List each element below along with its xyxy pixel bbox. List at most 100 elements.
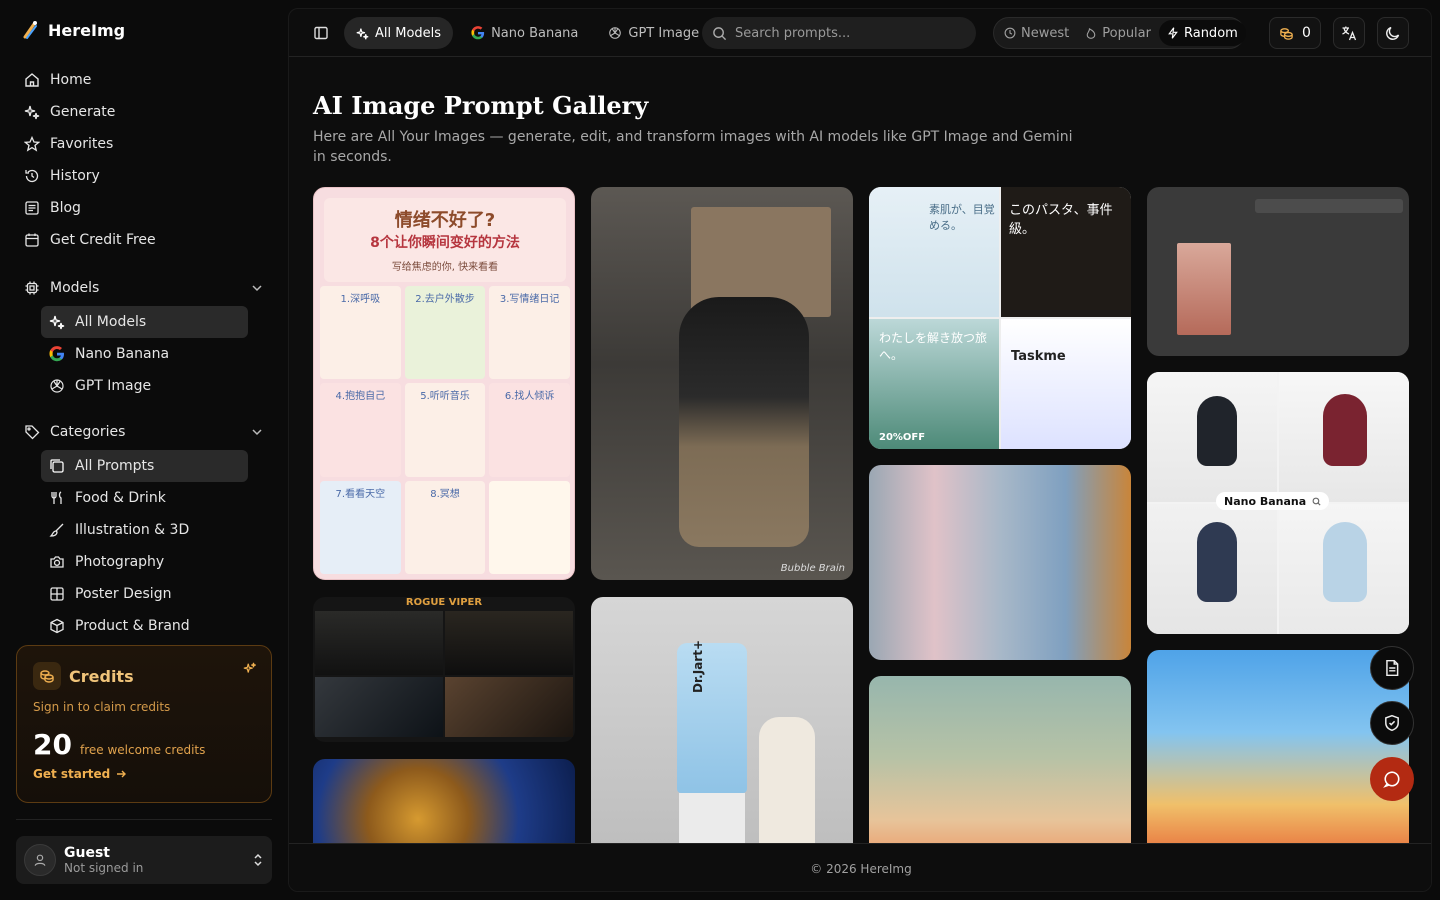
- shield-icon: [1385, 714, 1399, 732]
- clock-icon: [1004, 27, 1016, 39]
- card-figure-shape: [1197, 522, 1237, 602]
- search-input[interactable]: Search prompts...: [702, 17, 976, 49]
- docs-button[interactable]: [1370, 646, 1414, 690]
- translate-icon: [1342, 26, 1357, 41]
- nav-favorites-label: Favorites: [50, 136, 114, 152]
- nav-history-label: History: [50, 168, 100, 184]
- gallery-card[interactable]: 情绪不好了? 8个让你瞬间变好的方法 写给焦虑的你, 快来看看 1.深呼吸 2.…: [313, 187, 575, 580]
- tab-nano-banana-label: Nano Banana: [491, 25, 579, 41]
- sort-newest[interactable]: Newest: [996, 20, 1077, 46]
- nav-home[interactable]: Home: [16, 64, 272, 96]
- sort-popular-label: Popular: [1102, 25, 1151, 41]
- theme-toggle-button[interactable]: [1377, 17, 1409, 49]
- openai-icon: [609, 27, 622, 39]
- get-started-label: Get started: [33, 767, 111, 781]
- card-brand: Dr.Jart+: [691, 640, 705, 693]
- category-product-brand-label: Product & Brand: [75, 618, 190, 634]
- gallery-card[interactable]: [869, 465, 1131, 660]
- categories-group-toggle[interactable]: Categories: [16, 416, 272, 448]
- sort-random-label: Random: [1183, 25, 1238, 41]
- sort-popular[interactable]: Popular: [1077, 20, 1159, 46]
- gallery-card[interactable]: ROGUE VIPER: [313, 597, 575, 742]
- nav-blog-label: Blog: [50, 200, 81, 216]
- main-panel: All Models Nano Banana GPT Image Search …: [288, 8, 1432, 892]
- gallery-card[interactable]: [1147, 650, 1409, 856]
- user-status: Not signed in: [64, 861, 144, 875]
- card-title: ROGUE VIPER: [405, 597, 483, 608]
- nav-blog[interactable]: Blog: [16, 192, 272, 224]
- get-started-link[interactable]: Get started: [33, 767, 255, 781]
- nav-generate[interactable]: Generate: [16, 96, 272, 128]
- model-all-models-label: All Models: [75, 314, 147, 330]
- nav-history[interactable]: History: [16, 160, 272, 192]
- nav-get-credit-free[interactable]: Get Credit Free: [16, 224, 272, 256]
- card-product-shape: Dr.Jart+: [677, 640, 747, 793]
- tab-gpt-image-label: GPT Image: [628, 25, 700, 41]
- coins-icon: [33, 662, 61, 690]
- chat-button[interactable]: [1370, 757, 1414, 801]
- credits-balance: 0: [1302, 25, 1311, 41]
- privacy-button[interactable]: [1370, 701, 1414, 745]
- credits-balance-button[interactable]: 0: [1269, 17, 1321, 49]
- sparkles-icon: [49, 315, 65, 330]
- credits-signin-text: Sign in to claim credits: [33, 700, 171, 714]
- card-panel: 素肌が、目覚める。: [869, 187, 999, 317]
- gallery-card[interactable]: [869, 676, 1131, 856]
- card-panel: [445, 611, 573, 675]
- footer: © 2026 HereImg: [289, 843, 1431, 891]
- nav-get-credit-free-label: Get Credit Free: [50, 232, 156, 248]
- card-panel: Taskme: [1001, 319, 1131, 449]
- card-figure-shape: [1323, 394, 1367, 466]
- category-photography-label: Photography: [75, 554, 165, 570]
- calendar-icon: [25, 233, 39, 247]
- topbar: All Models Nano Banana GPT Image Search …: [289, 9, 1431, 57]
- chevron-down-icon: [252, 285, 262, 292]
- credits-amount-text: free welcome credits: [79, 743, 206, 757]
- category-food-drink[interactable]: Food & Drink: [41, 482, 248, 514]
- tab-nano-banana[interactable]: Nano Banana: [459, 17, 590, 49]
- user-menu[interactable]: Guest Not signed in: [16, 836, 272, 884]
- gallery-card[interactable]: Dr.Jart+: [591, 597, 853, 857]
- sort-toggle: Newest Popular Random: [993, 17, 1246, 49]
- language-button[interactable]: [1333, 17, 1365, 49]
- card-panel: [445, 677, 573, 737]
- model-badge[interactable]: Nano Banana: [1216, 492, 1330, 510]
- card-text: 20%OFF: [879, 432, 926, 443]
- tips-grid: 1.深呼吸 2.去户外散步 3.写情绪日记 4.抱抱自己 5.听听音乐 6.找人…: [320, 286, 570, 574]
- card-figure-shape: [1323, 522, 1367, 602]
- panel-left-icon: [314, 26, 328, 40]
- card-panel: わたしを解き放つ旅へ。 20%OFF: [869, 319, 999, 449]
- models-section: Models All Models Nano Banana GPT Image: [16, 272, 272, 402]
- category-poster-design[interactable]: Poster Design: [41, 578, 248, 610]
- sidebar-toggle-button[interactable]: [311, 23, 331, 43]
- tip-cell: 6.找人倾诉: [489, 383, 570, 477]
- nav-favorites[interactable]: Favorites: [16, 128, 272, 160]
- models-group-toggle[interactable]: Models: [16, 272, 272, 304]
- zap-icon: [1168, 27, 1178, 39]
- model-nano-banana[interactable]: Nano Banana: [41, 338, 248, 370]
- search-icon: [713, 26, 727, 40]
- model-badge-label: Nano Banana: [1224, 494, 1307, 508]
- card-thumbnail: [1177, 243, 1231, 335]
- model-gpt-image[interactable]: GPT Image: [41, 370, 248, 402]
- model-tabs: All Models Nano Banana GPT Image: [344, 17, 711, 49]
- credits-amount: 20: [33, 728, 72, 761]
- tab-all-models[interactable]: All Models: [344, 17, 454, 49]
- card-figure-shape: [1197, 396, 1237, 466]
- card-title: 情绪不好了?: [394, 210, 496, 231]
- brand[interactable]: HereImg: [22, 20, 125, 40]
- card-caption: 写给焦虑的你, 快来看看: [391, 262, 499, 273]
- category-product-brand[interactable]: Product & Brand: [41, 610, 248, 642]
- model-all-models[interactable]: All Models: [41, 306, 248, 338]
- gallery-icon: [50, 459, 64, 473]
- sparkles-icon: [243, 662, 256, 673]
- sort-random[interactable]: Random: [1158, 20, 1246, 46]
- tab-gpt-image[interactable]: GPT Image: [596, 17, 711, 49]
- gallery-card[interactable]: [1147, 187, 1409, 356]
- gallery-card[interactable]: Bubble Brain: [591, 187, 853, 580]
- gallery-card[interactable]: 素肌が、目覚める。 このパスタ、事件級。 わたしを解き放つ旅へ。 20%OFF …: [869, 187, 1131, 449]
- category-illustration-3d[interactable]: Illustration & 3D: [41, 514, 248, 546]
- category-all-prompts[interactable]: All Prompts: [41, 450, 248, 482]
- category-photography[interactable]: Photography: [41, 546, 248, 578]
- footer-copyright: © 2026 HereImg: [810, 861, 912, 876]
